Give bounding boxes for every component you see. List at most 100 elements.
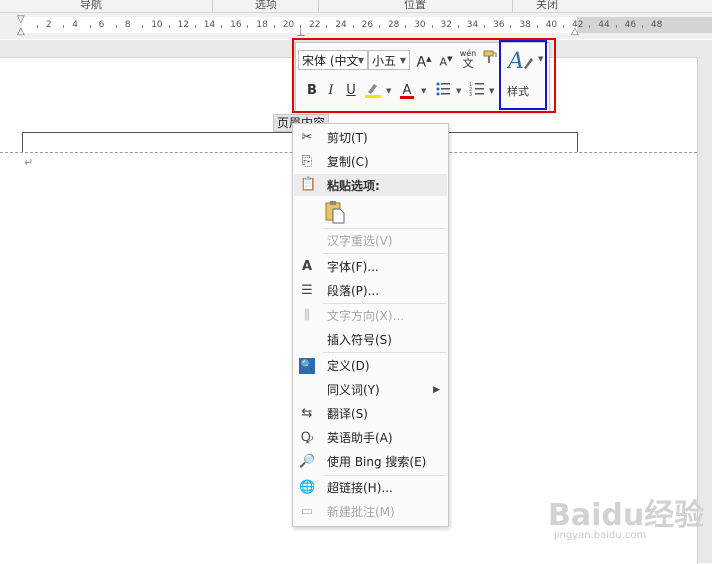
menu-item-synonyms[interactable]: 同义词(Y) ▶ [293,378,448,402]
menu-item-new-comment[interactable]: ▭ 新建批注(M) [293,500,448,524]
text-direction-icon: ⫼ [304,308,310,323]
ruler-tick-label: 38 [519,20,531,30]
ruler-tick-mark [142,25,144,28]
ribbon-group-position: 位置 [404,0,426,11]
translate-icon: ⇆ [301,406,313,421]
font-icon: A [301,259,313,274]
ruler-tick-mark [615,25,617,28]
ribbon-group-options: 选项 [255,0,277,11]
ruler-tick-label: 24 [335,20,347,30]
paste-keep-text-only-button[interactable] [324,200,348,224]
menu-item-label: 英语助手(A) [327,431,393,445]
comment-icon: ▭ [300,504,314,519]
ruler-tick-label: 36 [493,20,505,30]
menu-item-cut[interactable]: ✂ 剪切(T) [293,126,448,150]
ruler-tick-mark [405,25,407,28]
ruler-right-margin [577,17,712,33]
menu-item-hyperlink[interactable]: 🌐 超链接(H)... [293,476,448,500]
menu-item-label: 文字方向(X)... [327,309,405,323]
watermark-logo: Baidu经验 [548,498,705,533]
menu-item-label: 翻译(S) [327,407,368,421]
ruler-tick-label: 4 [72,20,79,30]
ruler-tick-mark [247,25,249,28]
menu-item-label: 插入符号(S) [327,333,392,347]
menu-item-font[interactable]: A 字体(F)... [293,255,448,279]
ribbon-group-navigation: 导航 [80,0,102,11]
ruler-tick-label: 22 [309,20,321,30]
ruler-tick-label: 20 [282,20,295,30]
divider [318,0,319,12]
ruler-tick-label: 26 [361,20,374,30]
ruler-tick-mark [378,25,380,28]
baidu-watermark: Baidu经验 jingyan.baidu.com [548,490,708,560]
divider [212,0,213,12]
paragraph-icon: ☰ [301,283,313,298]
define-icon: 🔍 [299,358,315,374]
menu-item-text-direction[interactable]: ⫼ 文字方向(X)... [293,304,448,328]
annotation-blue-frame [499,40,547,110]
ruler-tick-mark [326,25,328,28]
hanging-indent-marker[interactable]: △ [17,26,25,37]
ruler-tick-label: 28 [387,20,400,30]
chevron-right-icon: ▶ [433,385,440,395]
ruler-tick-mark [431,25,433,28]
ruler-tick-label: 6 [98,20,105,30]
ruler-tick-label: 18 [256,20,268,30]
ruler-tick-label: 34 [466,20,479,30]
first-line-indent-marker[interactable]: ▽ [17,14,25,25]
header-table-border-left [22,132,23,152]
paste-options-header: 📋 粘贴选项: [294,174,447,196]
menu-separator [323,352,446,353]
ruler-tick-label: 32 [440,20,452,30]
menu-item-label: 定义(D) [327,359,370,373]
paste-icon [325,201,345,224]
menu-item-bing-search[interactable]: 🔎 使用 Bing 搜索(E) [293,450,448,474]
ruler-tick-label: 40 [545,20,558,30]
ruler-tick-label: 10 [151,20,163,30]
context-menu: ✂ 剪切(T) ⎘ 复制(C) 📋 粘贴选项: 汉字重选(V) A 字体(F).… [292,123,449,527]
english-assistant-icon: Ꝙ [300,430,314,445]
horizontal-ruler[interactable]: 2 4 6 8 10 12 14 16 18 20 22 24 26 28 30 32 34 36 38 40 42 44… [0,13,712,39]
ruler-tick-label: 2 [46,20,52,30]
menu-item-label: 新建批注(M) [327,505,395,519]
ruler-tick-mark [63,25,65,28]
menu-item-label: 汉字重选(V) [327,234,393,248]
ruler-tick-label: 12 [177,20,189,30]
ruler-tick-label: 44 [598,20,610,30]
menu-item-copy[interactable]: ⎘ 复制(C) [293,150,448,174]
globe-link-icon: 🌐 [299,480,316,495]
ribbon-group-close: 关闭 [536,0,558,11]
ruler-tick-mark [89,25,91,28]
copy-icon: ⎘ [301,154,313,169]
menu-item-insert-symbol[interactable]: 插入符号(S) [293,328,448,352]
right-indent-marker[interactable]: △ [571,26,579,37]
ruler-tick-mark [194,25,196,28]
ruler-tick-mark [115,25,117,28]
menu-item-english-assistant[interactable]: Ꝙ 英语助手(A) [293,426,448,450]
menu-item-define[interactable]: 🔍 定义(D) [293,354,448,378]
menu-item-label: 使用 Bing 搜索(E) [327,455,427,469]
ruler-tick-mark [221,25,223,28]
ruler-tick-mark [352,25,354,28]
ruler-tick-label: 48 [650,20,663,30]
search-icon: 🔎 [299,454,316,469]
ruler-tick-label: 8 [124,20,131,30]
ruler-tick-mark [457,25,459,28]
menu-item-reconvert[interactable]: 汉字重选(V) [293,229,448,253]
ruler-tick-mark [641,25,643,28]
menu-item-label: 段落(P)... [327,284,380,298]
header-table-border-right [577,132,578,152]
watermark-url: jingyan.baidu.com [554,530,647,541]
paragraph-mark: ↵ [24,156,34,169]
ribbon-group-labels: 导航 选项 位置 关闭 [0,0,712,13]
menu-item-label: 粘贴选项: [327,179,380,193]
ruler-tick-mark [510,25,512,28]
ruler-tick-label: 14 [203,20,216,30]
clipboard-icon: 📋 [300,177,317,192]
menu-item-paragraph[interactable]: ☰ 段落(P)... [293,279,448,303]
ruler-tick-mark [37,25,38,28]
menu-item-label: 同义词(Y) [327,383,380,397]
menu-item-label: 剪切(T) [327,131,368,145]
ruler-tick-mark [563,25,564,28]
menu-item-translate[interactable]: ⇆ 翻译(S) [293,402,448,426]
